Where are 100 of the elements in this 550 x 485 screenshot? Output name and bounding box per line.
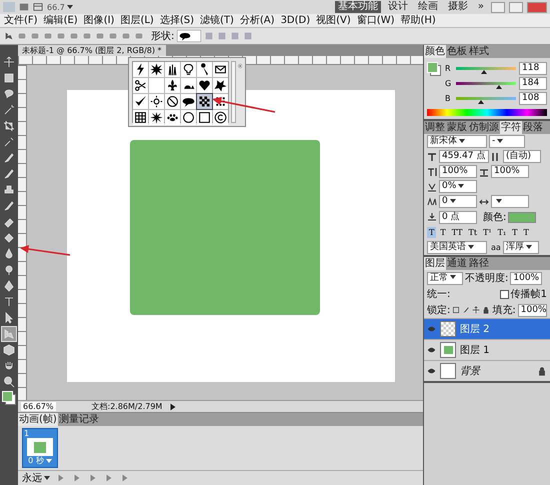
opacity-field[interactable]: 100% xyxy=(510,272,542,284)
lock-icon[interactable] xyxy=(482,306,490,314)
lock-transparency-icon[interactable] xyxy=(452,306,460,314)
custom-shape-icon[interactable] xyxy=(149,94,164,109)
custom-shape-icon[interactable] xyxy=(133,110,148,125)
menu-item[interactable]: 分析(A) xyxy=(240,14,275,26)
color-swatches-icon[interactable] xyxy=(427,62,441,76)
custom-shape-icon[interactable] xyxy=(197,62,212,77)
eye-icon[interactable] xyxy=(427,347,436,353)
more-button[interactable]: » xyxy=(474,1,487,13)
menu-item[interactable]: 窗口(W) xyxy=(356,14,394,26)
menu-item[interactable]: 编辑(E) xyxy=(44,14,78,26)
panel-tab[interactable]: 蒙版 xyxy=(446,121,468,134)
shape-tool-icon[interactable] xyxy=(4,31,14,41)
workspace-button[interactable]: 绘画 xyxy=(414,1,441,13)
frame-delay-dropdown[interactable]: 0 秒 xyxy=(28,456,52,466)
text-color-swatch[interactable] xyxy=(508,212,536,222)
tool-icon[interactable] xyxy=(2,231,16,245)
custom-shape-icon[interactable] xyxy=(181,78,196,93)
propagate-checkbox[interactable]: 传播帧1 xyxy=(500,287,547,301)
tool-icon[interactable] xyxy=(2,119,16,133)
tracking-dropdown[interactable] xyxy=(491,195,529,208)
document-tab[interactable]: 未标题-1 @ 66.7% (图层 2, RGB/8) * xyxy=(18,45,166,56)
menu-item[interactable]: 滤镜(T) xyxy=(200,14,234,26)
tool-icon[interactable] xyxy=(2,343,16,357)
scrollbar[interactable] xyxy=(231,61,236,123)
text-style-button[interactable]: Tt xyxy=(466,227,480,238)
panel-tab[interactable]: 路径 xyxy=(468,257,490,270)
custom-shape-icon[interactable] xyxy=(181,94,196,109)
custom-shape-icon[interactable] xyxy=(133,94,148,109)
custom-shape-icon[interactable] xyxy=(149,62,164,77)
panel-tab[interactable]: 测量记录 xyxy=(58,413,100,426)
menu-item[interactable]: 帮助(H) xyxy=(400,14,436,26)
menu-item[interactable]: 视图(V) xyxy=(316,14,351,26)
channel-value-field[interactable]: 184 xyxy=(519,77,547,90)
custom-shape-icon[interactable] xyxy=(213,62,228,77)
tool-icon[interactable] xyxy=(2,375,16,389)
custom-shape-icon[interactable] xyxy=(181,62,196,77)
tsume-dropdown[interactable]: 0% xyxy=(439,180,477,193)
kerning-dropdown[interactable]: 0 xyxy=(439,195,477,208)
channel-value-field[interactable]: 108 xyxy=(519,92,547,105)
panel-tab[interactable]: 仿制源 xyxy=(468,121,500,134)
text-style-button[interactable]: T¹ xyxy=(481,227,494,238)
custom-shape-icon[interactable] xyxy=(165,62,180,77)
tool-icon[interactable] xyxy=(2,279,16,293)
fill-field[interactable]: 100% xyxy=(518,304,547,316)
menu-item[interactable]: 3D(D) xyxy=(280,14,310,26)
custom-shape-icon[interactable] xyxy=(165,94,180,109)
text-style-button[interactable]: T xyxy=(522,227,531,238)
color-swatches-icon[interactable] xyxy=(2,391,16,405)
workspace-button[interactable]: 基本功能 xyxy=(334,1,381,13)
grid-icon[interactable] xyxy=(33,2,43,12)
menu-item[interactable]: 选择(S) xyxy=(160,14,194,26)
custom-shape-icon[interactable] xyxy=(165,78,180,93)
panel-tab[interactable]: 段落 xyxy=(522,121,544,134)
text-style-button[interactable]: T xyxy=(438,227,448,238)
custom-shape-icon[interactable] xyxy=(213,78,228,93)
workspace-button[interactable]: 摄影 xyxy=(444,1,471,13)
tool-icon[interactable] xyxy=(2,55,16,69)
custom-shape-icon[interactable] xyxy=(149,110,164,125)
tool-icon[interactable] xyxy=(2,103,16,117)
leading-field[interactable]: (自动) xyxy=(503,150,541,163)
font-size-field[interactable]: 459.47 点 xyxy=(439,150,489,163)
text-style-button[interactable]: T xyxy=(510,227,520,238)
tool-icon[interactable] xyxy=(2,295,16,309)
eye-icon[interactable] xyxy=(427,368,436,374)
tool-icon[interactable] xyxy=(2,87,16,101)
custom-shape-icon[interactable] xyxy=(197,110,212,125)
panel-tab[interactable]: 颜色 xyxy=(424,45,446,58)
tool-icon[interactable] xyxy=(2,199,16,213)
baseline-shift-field[interactable]: 0 点 xyxy=(439,210,477,224)
move-icon[interactable] xyxy=(472,306,480,314)
horizontal-scale-field[interactable]: 100% xyxy=(491,165,529,178)
workspace-button[interactable]: 设计 xyxy=(384,1,411,13)
blend-mode-dropdown[interactable]: 正常 xyxy=(427,272,463,284)
custom-shape-icon[interactable] xyxy=(165,110,180,125)
panel-tab[interactable]: 样式 xyxy=(468,45,490,58)
custom-shape-icon[interactable] xyxy=(197,94,212,109)
custom-shape-icon[interactable] xyxy=(133,62,148,77)
menu-item[interactable]: 图层(L) xyxy=(120,14,154,26)
menu-item[interactable]: 图像(I) xyxy=(84,14,114,26)
custom-shape-icon[interactable] xyxy=(133,78,148,93)
language-dropdown[interactable]: 美国英语 xyxy=(427,241,487,254)
font-style-dropdown[interactable]: - xyxy=(489,135,525,148)
panel-tab[interactable]: 图层 xyxy=(424,257,446,270)
layer-row[interactable]: 图层 1 xyxy=(424,339,550,360)
tool-icon[interactable] xyxy=(2,151,16,165)
tool-icon[interactable] xyxy=(2,167,16,181)
zoom-field[interactable]: 66.67% xyxy=(21,402,56,411)
custom-shape-icon[interactable] xyxy=(213,110,228,125)
panel-tab[interactable]: 色板 xyxy=(446,45,468,58)
antialias-dropdown[interactable]: 浑厚 xyxy=(502,241,539,254)
tool-icon[interactable] xyxy=(2,71,16,85)
custom-shape-icon[interactable] xyxy=(181,110,196,125)
channel-value-field[interactable]: 118 xyxy=(519,62,547,75)
brush-icon[interactable] xyxy=(462,306,470,314)
vertical-scale-field[interactable]: 100% xyxy=(439,165,477,178)
shape-dropdown[interactable] xyxy=(177,30,202,42)
text-style-button[interactable]: T₁ xyxy=(496,227,508,238)
font-family-dropdown[interactable]: 新宋体 xyxy=(427,135,487,148)
